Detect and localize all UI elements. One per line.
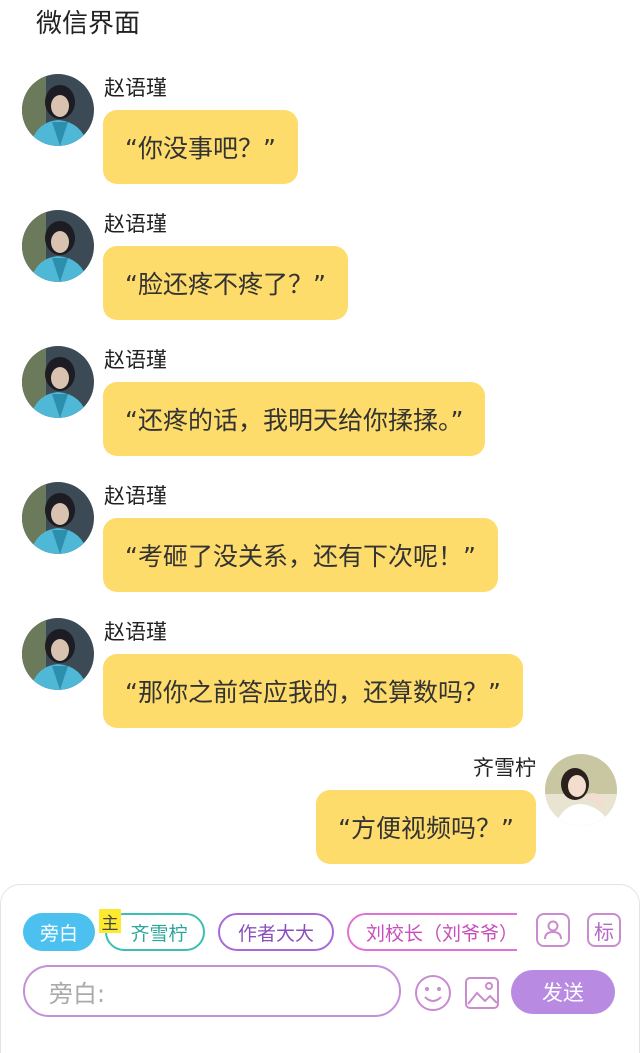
sender-name: 赵语瑾 bbox=[104, 76, 167, 100]
message-composer: 旁白 齐雪柠 主 作者大大 刘校长（刘爷爷） 标 旁白: 发送 bbox=[0, 884, 640, 1053]
sender-name: 赵语瑾 bbox=[104, 348, 167, 372]
message-bubble[interactable]: “方便视频吗？” bbox=[316, 790, 536, 864]
sender-name: 赵语瑾 bbox=[104, 212, 167, 236]
main-role-tag: 主 bbox=[99, 909, 121, 934]
message-bubble[interactable]: “考砸了没关系，还有下次呢！” bbox=[103, 518, 498, 592]
message-item: 赵语瑾 “脸还疼不疼了？” bbox=[0, 210, 640, 330]
message-input[interactable]: 旁白: bbox=[23, 965, 401, 1017]
message-item: 齐雪柠 “方便视频吗？” bbox=[0, 754, 640, 874]
role-chip-narration[interactable]: 旁白 bbox=[23, 913, 95, 951]
page-title: 微信界面 bbox=[36, 9, 141, 39]
message-bubble[interactable]: “还疼的话，我明天给你揉揉。” bbox=[103, 382, 486, 456]
message-item: 赵语瑾 “你没事吧？” bbox=[0, 74, 640, 194]
boy-avatar-icon[interactable] bbox=[22, 346, 94, 418]
emoji-icon[interactable] bbox=[413, 973, 453, 1013]
boy-avatar-icon[interactable] bbox=[22, 210, 94, 282]
role-selector: 旁白 齐雪柠 主 作者大大 刘校长（刘爷爷） 标 bbox=[1, 909, 640, 953]
message-bubble[interactable]: “你没事吧？” bbox=[103, 110, 298, 184]
message-item: 赵语瑾 “考砸了没关系，还有下次呢！” bbox=[0, 482, 640, 602]
message-bubble[interactable]: “脸还疼不疼了？” bbox=[103, 246, 348, 320]
add-character-icon[interactable] bbox=[536, 913, 570, 947]
message-bubble[interactable]: “那你之前答应我的，还算数吗？” bbox=[103, 654, 523, 728]
image-icon[interactable] bbox=[463, 974, 501, 1012]
girl-avatar-icon[interactable] bbox=[545, 754, 617, 826]
boy-avatar-icon[interactable] bbox=[22, 74, 94, 146]
sender-name: 赵语瑾 bbox=[104, 620, 167, 644]
mark-icon[interactable]: 标 bbox=[587, 913, 621, 947]
role-chip-author[interactable]: 作者大大 bbox=[218, 913, 334, 951]
boy-avatar-icon[interactable] bbox=[22, 482, 94, 554]
message-item: 赵语瑾 “还疼的话，我明天给你揉揉。” bbox=[0, 346, 640, 466]
input-row: 旁白: 发送 bbox=[1, 965, 640, 1019]
send-button[interactable]: 发送 bbox=[511, 970, 615, 1014]
role-chip-principal-liu[interactable]: 刘校长（刘爷爷） bbox=[347, 913, 517, 951]
boy-avatar-icon[interactable] bbox=[22, 618, 94, 690]
sender-name: 赵语瑾 bbox=[104, 484, 167, 508]
message-item: 赵语瑾 “那你之前答应我的，还算数吗？” bbox=[0, 618, 640, 738]
role-chip-clip: 刘校长（刘爷爷） bbox=[347, 913, 517, 953]
sender-name: 齐雪柠 bbox=[473, 756, 536, 780]
